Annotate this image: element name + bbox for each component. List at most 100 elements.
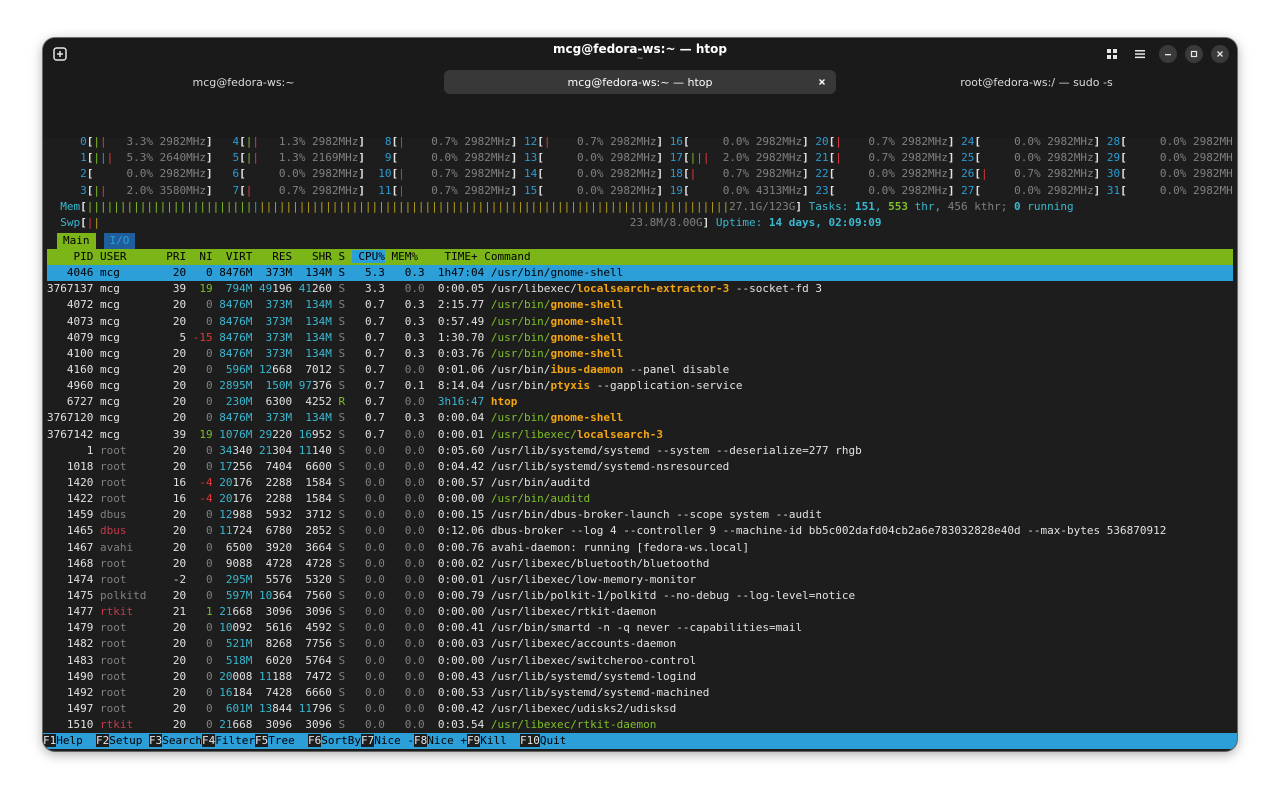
process-command: /usr/libexec/accounts-daemon [491,637,676,650]
process-cpu: 0.0 [351,540,385,554]
process-command: htop [491,395,518,408]
process-row[interactable]: 4100 mcg 20 0 8476M 373M 134M S 0.7 0.3 … [47,346,1233,362]
cpu-frequency: 4313MHz [755,183,803,197]
process-mem: 0.0 [391,556,425,570]
cpu-frequency: 2982MHz [901,167,948,181]
fkey-label: Setup [109,734,149,747]
process-mem: 0.3 [391,411,425,425]
tab-htop[interactable]: mcg@fedora-ws:~ — htop [444,70,836,94]
cpu-bar: | [981,167,988,181]
process-row[interactable]: 1492 root 20 0 16184 7428 6660 S 0.0 0.0… [47,685,1233,701]
process-user: root [99,572,153,586]
cpu-percent: 0.0% [431,151,458,165]
process-row[interactable]: 1459 dbus 20 0 12988 5932 3712 S 0.0 0.0… [47,507,1233,523]
process-row[interactable]: 1477 rtkit 21 1 21668 3096 3096 S 0.0 0.… [47,604,1233,620]
process-row[interactable]: 3767137 mcg 39 19 794M 49196 41260 S 3.3… [47,281,1233,297]
fkey-f10[interactable]: F10 [520,734,540,747]
process-mem: 0.0 [391,685,425,699]
tab-overview-button[interactable] [1103,45,1121,63]
process-time: 0:00.01 [431,572,485,586]
cpu-id: 10 [371,167,392,181]
process-row[interactable]: 1467 avahi 20 0 6500 3920 3664 S 0.0 0.0… [47,540,1233,556]
cpu-percent: 2.0% [722,151,750,165]
process-shr: 4728 [292,556,332,570]
fkey-f8[interactable]: F8 [414,734,428,747]
process-row[interactable]: 1497 root 20 0 601M 13844 11796 S 0.0 0.… [47,701,1233,717]
process-row[interactable]: 1420 root 16 -4 20176 2288 1584 S 0.0 0.… [47,475,1233,491]
process-row[interactable]: 6727 mcg 20 0 230M 6300 4252 R 0.7 0.0 3… [47,394,1233,410]
process-row[interactable]: 4046 mcg 20 0 8476M 373M 134M S 5.3 0.3 … [47,265,1233,282]
htop-screen[interactable]: 0[|| 3.3% 2982MHz] 4[|| 1.3% 2982MHz] 8[… [47,116,1233,247]
process-nice: 0 [186,718,213,732]
process-row[interactable]: 1490 root 20 0 20008 11188 7472 S 0.0 0.… [47,669,1233,685]
process-res: 373M [252,411,293,425]
column-header-sorted[interactable]: CPU% [351,250,385,263]
process-shr: 1584 [292,492,332,506]
tab-io[interactable]: I/O [103,233,136,249]
process-row[interactable]: 4072 mcg 20 0 8476M 373M 134M S 0.7 0.3 … [47,297,1233,313]
process-user: root [99,653,153,667]
process-row[interactable]: 3767120 mcg 20 0 8476M 373M 134M S 0.7 0… [47,410,1233,426]
process-row[interactable]: 1468 root 20 0 9088 4728 4728 S 0.0 0.0 … [47,556,1233,572]
process-row[interactable]: 3767142 mcg 39 19 1076M 29220 16952 S 0.… [47,427,1233,443]
process-row[interactable]: 1422 root 16 -4 20176 2288 1584 S 0.0 0.… [47,491,1233,507]
fkey-f4[interactable]: F4 [202,734,216,747]
process-res: 13844 [252,701,293,715]
process-command: /usr/libexec/low-memory-monitor [491,573,696,586]
tab-close-button[interactable] [814,74,830,90]
fkey-f2[interactable]: F2 [96,734,110,747]
uptime-label: Uptime: [715,215,763,229]
process-row[interactable]: 4079 mcg 5 -15 8476M 373M 134M S 0.7 0.3… [47,330,1233,346]
fkey-f6[interactable]: F6 [308,734,322,747]
maximize-button[interactable] [1185,45,1203,63]
cpu-bar: | [835,135,842,149]
process-table[interactable]: PID USER PRI NI VIRT RES SHR S CPU% MEM%… [47,249,1233,733]
process-command: /usr/lib/systemd/systemd-logind [491,670,696,683]
tab-root[interactable]: root@fedora-ws:/ — sudo -s [844,70,1229,94]
main-menu-button[interactable] [1131,45,1149,63]
cpu-meter-row: 2[ 0.0% 2982MHz] 6[ 0.0% 2982MHz] 10[| 0… [47,166,1233,182]
process-row[interactable]: 1 root 20 0 34340 21304 11140 S 0.0 0.0 … [47,443,1233,459]
process-user: mcg [99,362,153,376]
process-row[interactable]: 1510 rtkit 20 0 21668 3096 3096 S 0.0 0.… [47,717,1233,733]
process-row[interactable]: 1018 root 20 0 17256 7404 6600 S 0.0 0.0… [47,459,1233,475]
process-row[interactable]: 1479 root 20 0 10092 5616 4592 S 0.0 0.0… [47,620,1233,636]
process-shr: 97376 [292,379,332,393]
process-row[interactable]: 1475 polkitd 20 0 597M 10364 7560 S 0.0 … [47,588,1233,604]
process-row[interactable]: 1483 root 20 0 518M 6020 5764 S 0.0 0.0 … [47,653,1233,669]
process-shr: 4252 [292,395,332,409]
process-time: 0:00.42 [431,701,485,715]
process-row[interactable]: 1474 root -2 0 295M 5576 5320 S 0.0 0.0 … [47,572,1233,588]
cpu-frequency: 2982MHz [1047,135,1094,149]
threads-label: thr, [914,199,942,213]
cpu-bar: ||| [689,151,710,165]
fkey-f5[interactable]: F5 [255,734,269,747]
process-mem: 0.0 [391,605,425,619]
process-row[interactable]: 4160 mcg 20 0 596M 12668 7012 S 0.7 0.0 … [47,362,1233,378]
fkey-f9[interactable]: F9 [467,734,481,747]
tab-main[interactable]: Main [57,233,96,249]
process-row[interactable]: 1465 dbus 20 0 11724 6780 2852 S 0.0 0.0… [47,523,1233,539]
tab-home[interactable]: mcg@fedora-ws:~ [51,70,436,94]
command-args: /usr/libexec/rtkit-daemon [490,718,657,732]
close-button[interactable] [1211,45,1229,63]
hamburger-menu-icon [1135,50,1145,59]
process-shr: 134M [292,314,332,328]
process-res: 2288 [252,475,293,489]
process-row[interactable]: 1482 root 20 0 521M 8268 7756 S 0.0 0.0 … [47,636,1233,652]
cpu-percent: 0.7% [722,167,750,181]
process-shr: 7560 [292,588,332,602]
process-row[interactable]: 4073 mcg 20 0 8476M 373M 134M S 0.7 0.3 … [47,314,1233,330]
column-header: NI [186,250,213,263]
cpu-frequency: 2982MHz [1193,167,1233,181]
minimize-button[interactable] [1159,45,1177,63]
process-virt: 6500 [212,540,253,554]
cpu-meter-row: 3[|| 2.0% 3580MHz] 7[| 0.7% 2982MHz] 11[… [47,183,1233,199]
fkey-f3[interactable]: F3 [149,734,163,747]
fkey-f1[interactable]: F1 [43,734,57,747]
process-pid: 6727 [47,395,94,409]
process-priority: 39 [152,427,187,441]
process-row[interactable]: 4960 mcg 20 0 2895M 150M 97376 S 0.7 0.1… [47,378,1233,394]
process-time: 0:00.00 [431,492,485,506]
fkey-f7[interactable]: F7 [361,734,375,747]
